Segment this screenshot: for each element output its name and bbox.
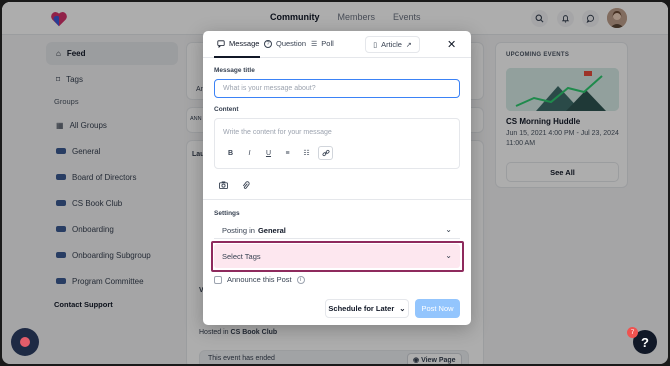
tab-article[interactable]: ▯ Article ↗: [365, 36, 420, 53]
launcher-button[interactable]: [11, 328, 39, 356]
post-now-button[interactable]: Post Now: [415, 299, 460, 318]
announce-label: Announce this Post: [227, 275, 292, 284]
create-post-modal: Message ? Question ☰ Poll ▯ Article ↗ ✕ …: [203, 31, 471, 325]
message-title-placeholder: What is your message about?: [223, 85, 316, 92]
posting-group-select[interactable]: Posting in General ⌄: [214, 222, 460, 239]
content-label: Content: [214, 106, 239, 113]
tab-question-label: Question: [276, 39, 307, 48]
chevron-down-icon: ⌄: [445, 251, 452, 260]
schedule-for-later-button[interactable]: Schedule for Later ⌄: [325, 299, 409, 318]
app-frame: Community Members Events ⌂ Feed ⌑ Tags G…: [2, 2, 668, 364]
select-tags-placeholder: Select Tags: [222, 251, 261, 261]
tab-poll-label: Poll: [321, 39, 334, 48]
announce-checkbox[interactable]: [214, 275, 222, 284]
tab-message-label: Message: [229, 39, 260, 48]
paperclip-icon[interactable]: [242, 181, 250, 190]
bold-button[interactable]: B: [223, 146, 238, 160]
select-tags-dropdown[interactable]: Select Tags ⌄: [214, 244, 460, 268]
bullet-list-icon[interactable]: ☷: [299, 146, 314, 160]
external-link-icon: ↗: [405, 41, 412, 49]
chevron-down-icon: ⌄: [399, 304, 406, 313]
divider: [203, 199, 471, 200]
chevron-down-icon: ⌄: [445, 225, 452, 234]
content-placeholder: Write the content for your message: [223, 129, 332, 136]
tab-article-label: Article: [381, 40, 402, 49]
info-icon[interactable]: i: [296, 275, 305, 284]
article-icon: ▯: [373, 41, 378, 49]
active-tab-indicator: [214, 56, 260, 58]
launcher-icon: [20, 337, 30, 347]
underline-button[interactable]: U: [261, 146, 276, 160]
italic-button[interactable]: I: [242, 146, 257, 160]
posting-prefix: Posting in: [222, 225, 255, 235]
schedule-label: Schedule for Later: [328, 304, 395, 313]
tab-question[interactable]: ? Question: [264, 39, 306, 48]
question-icon: ?: [264, 39, 272, 48]
help-badge: 7: [627, 327, 638, 338]
link-icon[interactable]: [318, 146, 333, 160]
content-editor[interactable]: Write the content for your message B I U…: [214, 118, 460, 169]
tab-message[interactable]: Message: [217, 39, 259, 48]
settings-label: Settings: [214, 210, 240, 217]
poll-icon: ☰: [311, 40, 318, 48]
message-title-label: Message title: [214, 67, 255, 74]
format-toolbar: B I U ≡ ☷: [223, 146, 333, 160]
tab-poll[interactable]: ☰ Poll: [311, 39, 334, 48]
posting-group-value: General: [257, 225, 286, 235]
announce-row: Announce this Post i: [214, 275, 305, 284]
ordered-list-icon[interactable]: ≡: [280, 146, 295, 160]
close-icon[interactable]: ✕: [447, 38, 456, 51]
message-icon: [217, 39, 225, 48]
camera-icon[interactable]: [219, 181, 228, 189]
post-type-tabs: Message ? Question ☰ Poll ▯ Article ↗ ✕: [203, 31, 471, 58]
message-title-input[interactable]: What is your message about?: [214, 79, 460, 98]
attachment-toolbar: [219, 181, 250, 190]
